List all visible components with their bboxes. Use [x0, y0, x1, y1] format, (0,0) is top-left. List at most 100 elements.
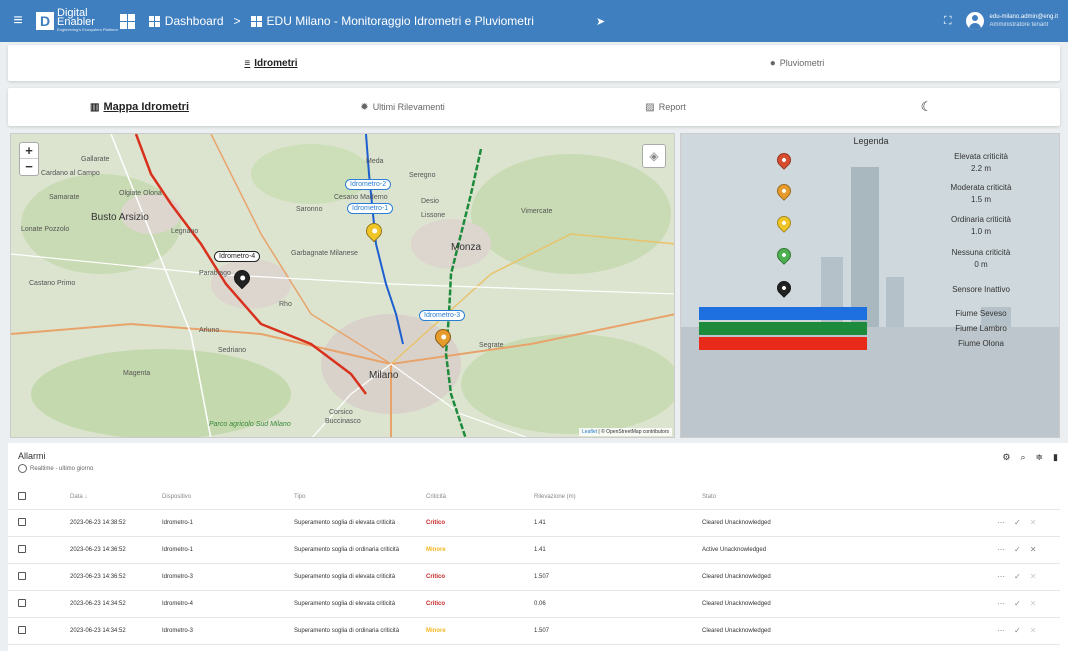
pin-label-idrometro-3[interactable]: Idrometro-3	[419, 310, 466, 321]
row-checkbox[interactable]	[18, 625, 26, 634]
map-label-buccinasco: Buccinasco	[325, 418, 361, 425]
row-checkbox[interactable]	[18, 517, 26, 526]
more-icon[interactable]: ⋯	[997, 518, 1005, 527]
cell-state: Cleared Unacknowledged	[698, 509, 984, 537]
acknowledge-icon[interactable]: ✓	[1014, 518, 1021, 527]
cell-date: 2023-06-23 14:34:52	[66, 590, 158, 618]
pin-label-idrometro-2[interactable]: Idrometro-2	[345, 179, 392, 190]
alarms-table: Data ↓ Dispositivo Tipo Criticità Rileva…	[8, 485, 1060, 645]
cell-value: 1.41	[530, 509, 698, 537]
acknowledge-icon[interactable]: ✓	[1014, 545, 1021, 554]
map-label-samarate: Samarate	[49, 194, 80, 201]
cell-value: 1.507	[530, 563, 698, 591]
tab-idrometri[interactable]: ≡ Idrometri	[8, 45, 534, 81]
app-logo[interactable]: D Digital Enabler Engineering's Ecosyste…	[36, 8, 135, 33]
logo-tagline: Engineering's Ecosystem Platform	[57, 27, 118, 32]
row-actions: ⋯ ✓ ✕	[984, 590, 1060, 618]
cell-severity: Minore	[422, 617, 530, 645]
cell-state: Cleared Unacknowledged	[698, 590, 984, 618]
user-info[interactable]: edu-milano.admin@eng.it Amministratore t…	[990, 13, 1058, 29]
table-row[interactable]: 2023-06-23 14:34:52 Idrometro-4 Superame…	[8, 590, 1060, 618]
alarms-title: Allarmi	[18, 451, 46, 461]
map-label-corsico: Corsico	[329, 409, 353, 416]
acknowledge-icon[interactable]: ✓	[1014, 626, 1021, 635]
more-icon[interactable]: ⋯	[997, 626, 1005, 635]
layers-icon[interactable]: ◈	[642, 144, 666, 168]
tab-ultimi-rilevamenti[interactable]: ✹ Ultimi Rilevamenti	[271, 88, 534, 126]
row-checkbox[interactable]	[18, 598, 26, 607]
map-label-legnano: Legnano	[171, 228, 199, 235]
tab-report[interactable]: ▨ Report	[534, 88, 797, 126]
map-label-lonate: Lonate Pozzolo	[21, 226, 70, 233]
legend-item-ordinaria: Ordinaria criticità 1.0 m	[891, 214, 1059, 238]
map-icon: ▥	[89, 101, 100, 113]
breadcrumb-separator: >	[233, 14, 241, 28]
zoom-control: + −	[19, 142, 39, 176]
cell-date: 2023-06-23 14:36:52	[66, 536, 158, 564]
osm-attribution: | © OpenStreetMap contributors	[597, 429, 669, 435]
row-checkbox[interactable]	[18, 544, 26, 553]
more-icon[interactable]: ⋯	[997, 599, 1005, 608]
columns-icon[interactable]: ▮	[1053, 452, 1058, 463]
col-criticita[interactable]: Criticità	[422, 485, 530, 510]
legend-river-olona: Fiume Olona	[958, 339, 1004, 348]
filter-icon[interactable]: ≑	[1036, 452, 1044, 463]
legend-item-inattivo: Sensore Inattivo	[891, 284, 1059, 296]
legend-item-value: 1.5 m	[970, 195, 991, 204]
tab-mappa-idrometri[interactable]: ▥ Mappa Idrometri	[8, 88, 271, 126]
col-rilevazione[interactable]: Rilevazione (m)	[530, 485, 698, 510]
pin-label-idrometro-1[interactable]: Idrometro-1	[347, 203, 394, 214]
acknowledge-icon[interactable]: ✓	[1014, 599, 1021, 608]
cell-value: 1.41	[530, 536, 698, 564]
select-all-checkbox[interactable]	[18, 491, 26, 500]
legend-bar-lambro	[699, 322, 867, 335]
col-stato[interactable]: Stato	[698, 485, 984, 510]
acknowledge-icon[interactable]: ✓	[1014, 572, 1021, 581]
map-idrometri[interactable]: Gallarate Cardano al Campo Samarate Olgi…	[10, 133, 675, 438]
menu-icon[interactable]: ≡	[0, 12, 36, 30]
tab-pluviometri-label: Pluviometri	[779, 58, 825, 68]
moon-icon: ☾	[920, 99, 933, 114]
cell-device: Idrometro-4	[158, 590, 290, 618]
tab-pluviometri[interactable]: ● Pluviometri	[534, 45, 1060, 81]
clear-icon[interactable]: ✕	[1030, 626, 1037, 635]
table-row[interactable]: 2023-06-23 14:38:52 Idrometro-1 Superame…	[8, 509, 1060, 537]
table-row[interactable]: 2023-06-23 14:36:52 Idrometro-1 Superame…	[8, 536, 1060, 564]
leaflet-link[interactable]: Leaflet	[582, 429, 597, 435]
legend-item-label: Elevata criticità	[954, 152, 1008, 161]
col-dispositivo[interactable]: Dispositivo	[158, 485, 290, 510]
legend-item-nessuna: Nessuna criticità 0 m	[891, 247, 1059, 271]
avatar[interactable]	[965, 12, 984, 30]
zoom-out-button[interactable]: −	[20, 159, 38, 175]
gear-icon[interactable]: ⚙	[1002, 452, 1010, 463]
clear-icon[interactable]: ✕	[1030, 599, 1037, 608]
tab-dark-mode[interactable]: ☾	[797, 88, 1060, 126]
more-icon[interactable]: ⋯	[997, 572, 1005, 581]
map-label-parabiago: Parabiago	[199, 270, 231, 277]
table-row[interactable]: 2023-06-23 14:34:52 Idrometro-3 Superame…	[8, 617, 1060, 645]
legend-panel: Legenda Elevata criticità 2.2 m Moderata…	[680, 133, 1060, 438]
alarms-timewindow[interactable]: Realtime - ultimo giorno	[30, 466, 93, 472]
row-checkbox[interactable]	[18, 571, 26, 580]
clear-icon[interactable]: ✕	[1030, 518, 1037, 527]
cell-device: Idrometro-3	[158, 563, 290, 591]
fullscreen-icon[interactable]: ⛶	[944, 15, 952, 28]
search-icon[interactable]: ⌕	[1020, 452, 1025, 463]
clear-icon[interactable]: ✕	[1030, 572, 1037, 581]
clear-icon[interactable]: ✕	[1030, 545, 1037, 554]
breadcrumb-current-page[interactable]: EDU Milano - Monitoraggio Idrometri e Pl…	[267, 14, 534, 28]
breadcrumb-dashboard[interactable]: Dashboard	[165, 14, 224, 28]
alarms-panel: Allarmi Realtime - ultimo giorno ⚙ ⌕ ≑ ▮…	[8, 443, 1068, 651]
row-select-cell	[8, 509, 66, 537]
legend-title: Legenda	[853, 136, 889, 146]
map-label-rho: Rho	[279, 301, 292, 308]
col-data[interactable]: Data ↓	[66, 485, 158, 510]
col-tipo[interactable]: Tipo	[290, 485, 422, 510]
more-icon[interactable]: ⋯	[997, 545, 1005, 554]
map-label-lissone: Lissone	[421, 212, 446, 219]
zoom-in-button[interactable]: +	[20, 143, 38, 159]
table-row[interactable]: 2023-06-23 14:36:52 Idrometro-3 Superame…	[8, 563, 1060, 591]
map-label-meda: Meda	[366, 158, 384, 165]
map-label-saronno: Saronno	[296, 206, 323, 213]
pin-label-idrometro-4[interactable]: Idrometro-4	[214, 251, 261, 262]
